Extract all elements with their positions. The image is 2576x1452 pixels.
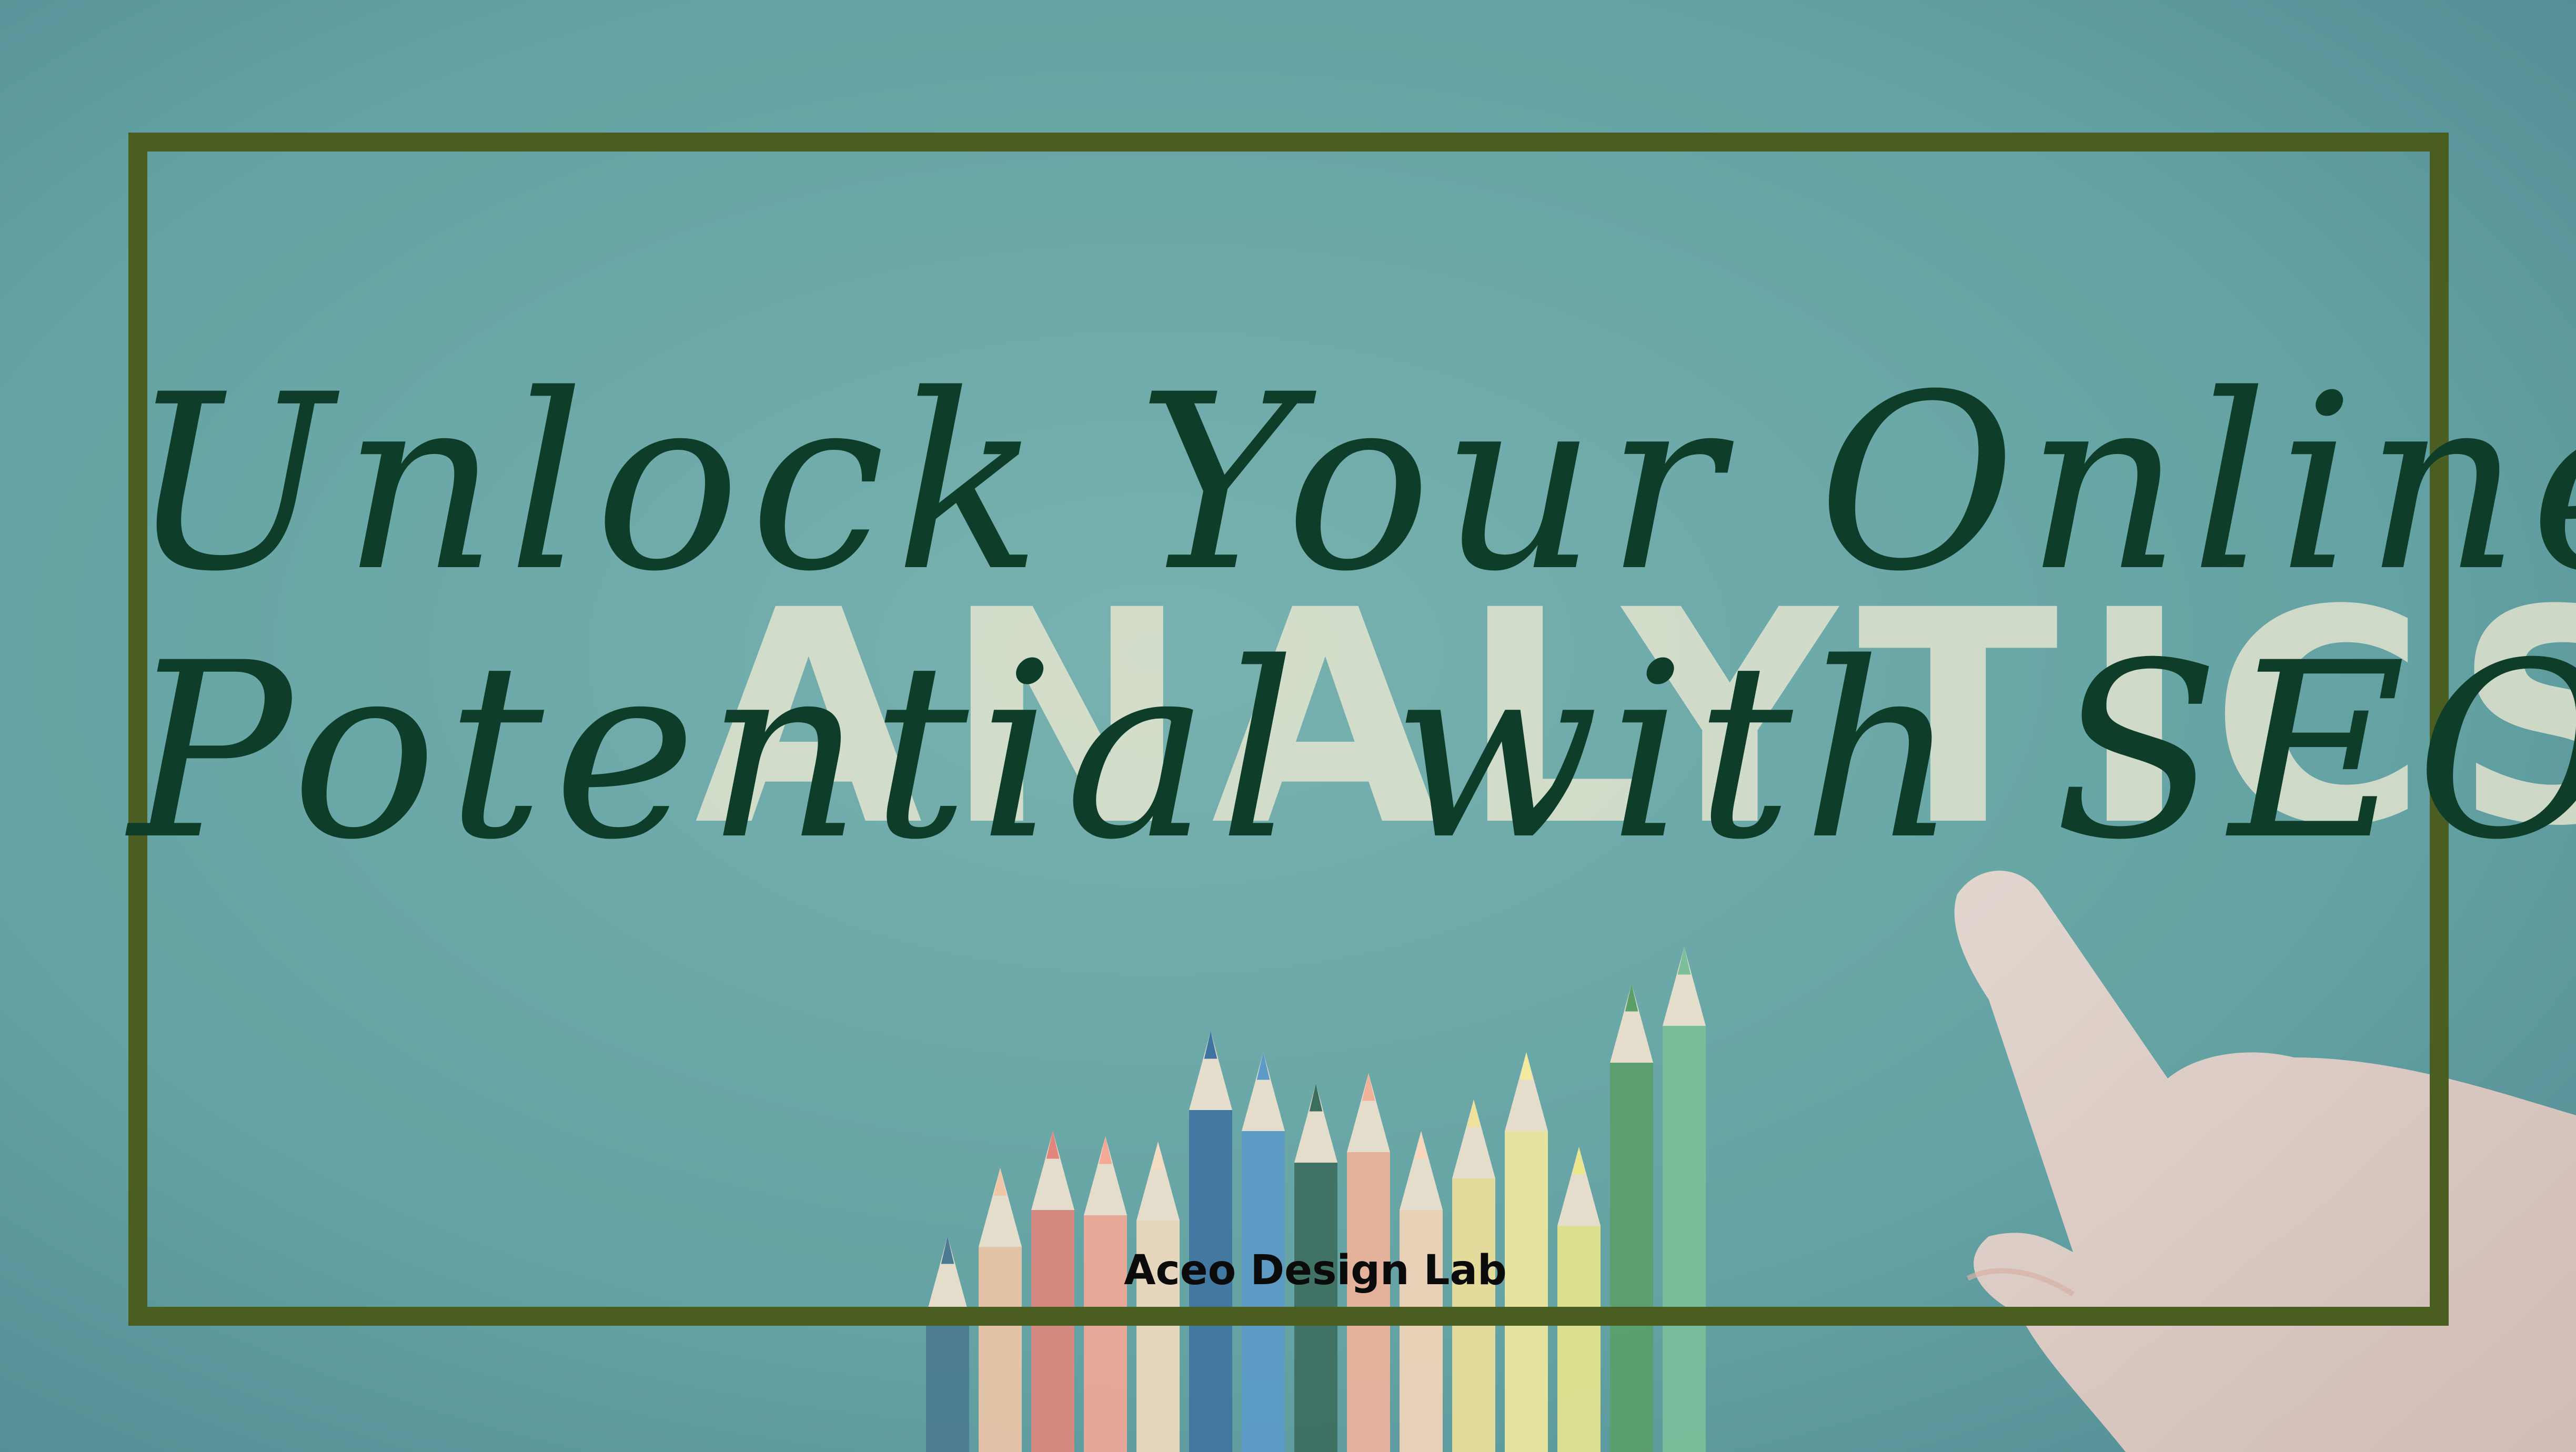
headline-line-2: Potential with SEO <box>129 611 2576 893</box>
credit-label: Aceo Design Lab <box>1124 1247 1507 1294</box>
pencil-icon <box>1610 984 1653 1452</box>
pencil-icon <box>1663 947 1706 1452</box>
headline-line-1: Unlock Your Online <box>129 343 2576 624</box>
promo-banner: ANALYTICS Unlock Your Online Potential w… <box>0 0 2576 1452</box>
